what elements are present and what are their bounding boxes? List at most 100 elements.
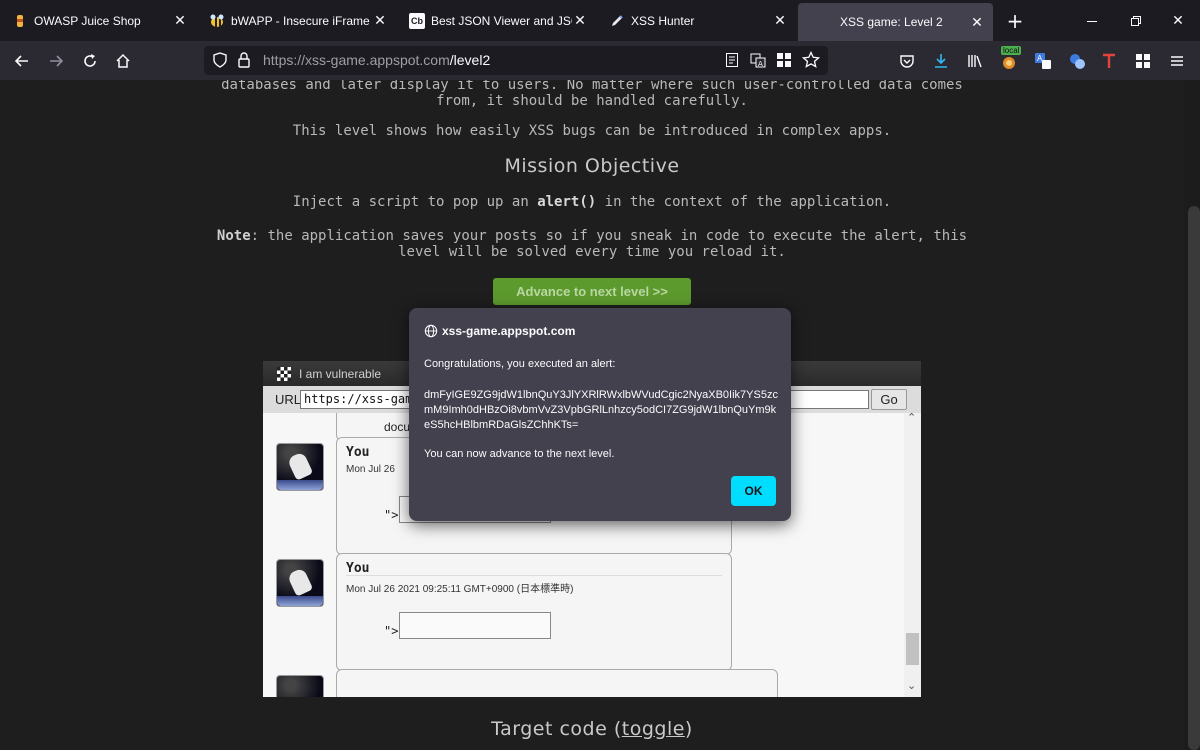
- objective-pre: Inject a script to pop up an: [292, 194, 538, 210]
- juice-shop-icon: [12, 13, 28, 29]
- post-card: [336, 669, 778, 697]
- close-window-icon[interactable]: ✕: [1156, 0, 1200, 41]
- globe-icon: [424, 324, 438, 338]
- tab-juice-shop[interactable]: OWASP Juice Shop ✕: [0, 0, 196, 41]
- close-icon[interactable]: ✕: [772, 12, 788, 29]
- close-icon[interactable]: ✕: [969, 14, 985, 31]
- post-author: You: [346, 561, 370, 576]
- scroll-up-icon[interactable]: ⌃: [907, 413, 916, 424]
- post-partial-text: docu: [384, 420, 411, 434]
- alert-dialog: xss-game.appspot.com Congratulations, yo…: [409, 308, 791, 521]
- post-date: Mon Jul 26: [346, 464, 395, 475]
- avatar: [276, 443, 324, 491]
- tab-strip: OWASP Juice Shop ✕ bWAPP - Insecure iFra…: [0, 0, 1200, 41]
- page-scrollbar[interactable]: [1184, 80, 1200, 750]
- home-icon[interactable]: [110, 48, 136, 74]
- restore-icon[interactable]: [1114, 0, 1158, 41]
- translate-ext-icon[interactable]: [1064, 48, 1090, 74]
- new-tab-button[interactable]: +: [994, 0, 1036, 41]
- close-icon[interactable]: ✕: [372, 12, 388, 29]
- t-extension-icon[interactable]: [1096, 48, 1122, 74]
- minimize-icon[interactable]: [1070, 0, 1114, 41]
- frame-scroll-thumb[interactable]: [906, 633, 919, 665]
- mission-heading: Mission Objective: [504, 155, 680, 177]
- injected-input[interactable]: [399, 612, 551, 639]
- objective-text: Inject a script to pop up an alert() in …: [0, 194, 1184, 210]
- page-scroll-thumb[interactable]: [1188, 206, 1200, 750]
- tab-title: XSS Hunter: [631, 13, 695, 28]
- local-extension-icon[interactable]: local: [996, 46, 1022, 74]
- note-label: Note: [216, 228, 251, 244]
- bee-icon: [209, 13, 225, 29]
- post-card: You Mon Jul 26 2021 09:25:11 GMT+0900 (日…: [336, 553, 732, 671]
- avatar: [276, 675, 324, 697]
- note-text: Note: the application saves your posts s…: [0, 228, 1184, 244]
- dialog-origin: xss-game.appspot.com: [424, 324, 575, 338]
- note-line: : the application saves your posts so if…: [250, 228, 968, 244]
- url-text[interactable]: https://xss-game.appspot.com/level2: [263, 52, 490, 68]
- target-code-suffix: ): [684, 718, 693, 740]
- library-icon[interactable]: [962, 48, 988, 74]
- target-code-heading: Target code (toggle): [0, 718, 1184, 740]
- tab-title: OWASP Juice Shop: [34, 13, 141, 28]
- go-button[interactable]: Go: [871, 389, 907, 410]
- blank-favicon: [810, 14, 826, 30]
- scroll-down-icon[interactable]: ⌄: [907, 679, 916, 692]
- pen-icon: [609, 13, 625, 29]
- reader-view-icon[interactable]: [724, 52, 740, 72]
- frame-scrollbar[interactable]: ⌃ ⌄: [904, 413, 921, 697]
- earth-graphic: [277, 596, 323, 606]
- url-path: /level2: [449, 52, 491, 68]
- post-prefix: ">: [384, 508, 399, 522]
- shield-icon[interactable]: [212, 52, 228, 72]
- objective-code: alert(): [537, 194, 597, 210]
- close-icon[interactable]: ✕: [572, 12, 588, 29]
- menu-icon[interactable]: [1164, 48, 1190, 74]
- earth-graphic: [277, 480, 323, 490]
- tab-title: XSS game: Level 2: [840, 15, 943, 29]
- avatar: [276, 559, 324, 607]
- ok-button[interactable]: OK: [731, 476, 776, 506]
- objective-post: in the context of the application.: [596, 194, 892, 210]
- astronaut-icon: [286, 451, 314, 481]
- tab-xss-game-level2[interactable]: XSS game: Level 2 ✕: [798, 3, 993, 41]
- dialog-message: You can now advance to the next level.: [424, 448, 615, 460]
- local-badge: local: [1001, 46, 1022, 55]
- tab-bwapp[interactable]: bWAPP - Insecure iFrame ✕: [197, 0, 396, 41]
- tab-title: bWAPP - Insecure iFrame: [231, 13, 370, 28]
- target-code-prefix: Target code (: [491, 718, 622, 740]
- astronaut-icon: [286, 567, 314, 597]
- svg-text:A: A: [758, 60, 763, 68]
- translator-extension-icon[interactable]: A: [1030, 48, 1056, 74]
- lock-icon[interactable]: [237, 52, 251, 72]
- reload-icon[interactable]: [77, 48, 103, 74]
- toggle-link[interactable]: toggle: [622, 718, 685, 740]
- forward-icon[interactable]: [43, 48, 69, 74]
- tab-xss-hunter[interactable]: XSS Hunter ✕: [597, 0, 796, 41]
- intro-text-line: from, it should be handled carefully.: [436, 93, 748, 109]
- dialog-message: Congratulations, you executed an alert:: [424, 358, 616, 370]
- close-icon[interactable]: ✕: [172, 12, 188, 29]
- translate-icon[interactable]: A: [750, 52, 766, 72]
- dialog-payload: dmFyIGE9ZG9jdW1lbnQuY3JlYXRlRWxlbWVudCgi…: [424, 389, 778, 431]
- dialog-origin-text: xss-game.appspot.com: [442, 324, 576, 338]
- cb-icon: Cb: [409, 12, 425, 29]
- extensions-icon[interactable]: [1130, 48, 1156, 74]
- post-divider: [346, 575, 722, 576]
- advance-next-level-button[interactable]: Advance to next level >>: [493, 278, 691, 305]
- intro-text-line: This level shows how easily XSS bugs can…: [292, 123, 892, 139]
- tab-title: Best JSON Viewer and JSON F: [431, 13, 572, 28]
- download-icon[interactable]: [928, 48, 954, 74]
- back-icon[interactable]: [9, 48, 35, 74]
- intro-text-line: databases and later display it to users.…: [221, 80, 963, 93]
- grid-extension-icon[interactable]: [776, 52, 792, 72]
- address-bar[interactable]: https://xss-game.appspot.com/level2 A: [204, 46, 828, 75]
- tab-json-viewer[interactable]: Cb Best JSON Viewer and JSON F ✕: [397, 0, 596, 41]
- note-line: level will be solved every time you relo…: [398, 244, 786, 260]
- app-logo-icon: [277, 367, 291, 381]
- bookmark-star-icon[interactable]: [801, 50, 821, 73]
- pocket-icon[interactable]: [894, 48, 920, 74]
- url-label: URL: [275, 392, 302, 407]
- post-author: You: [346, 445, 370, 460]
- frame-title: I am vulnerable: [299, 367, 382, 381]
